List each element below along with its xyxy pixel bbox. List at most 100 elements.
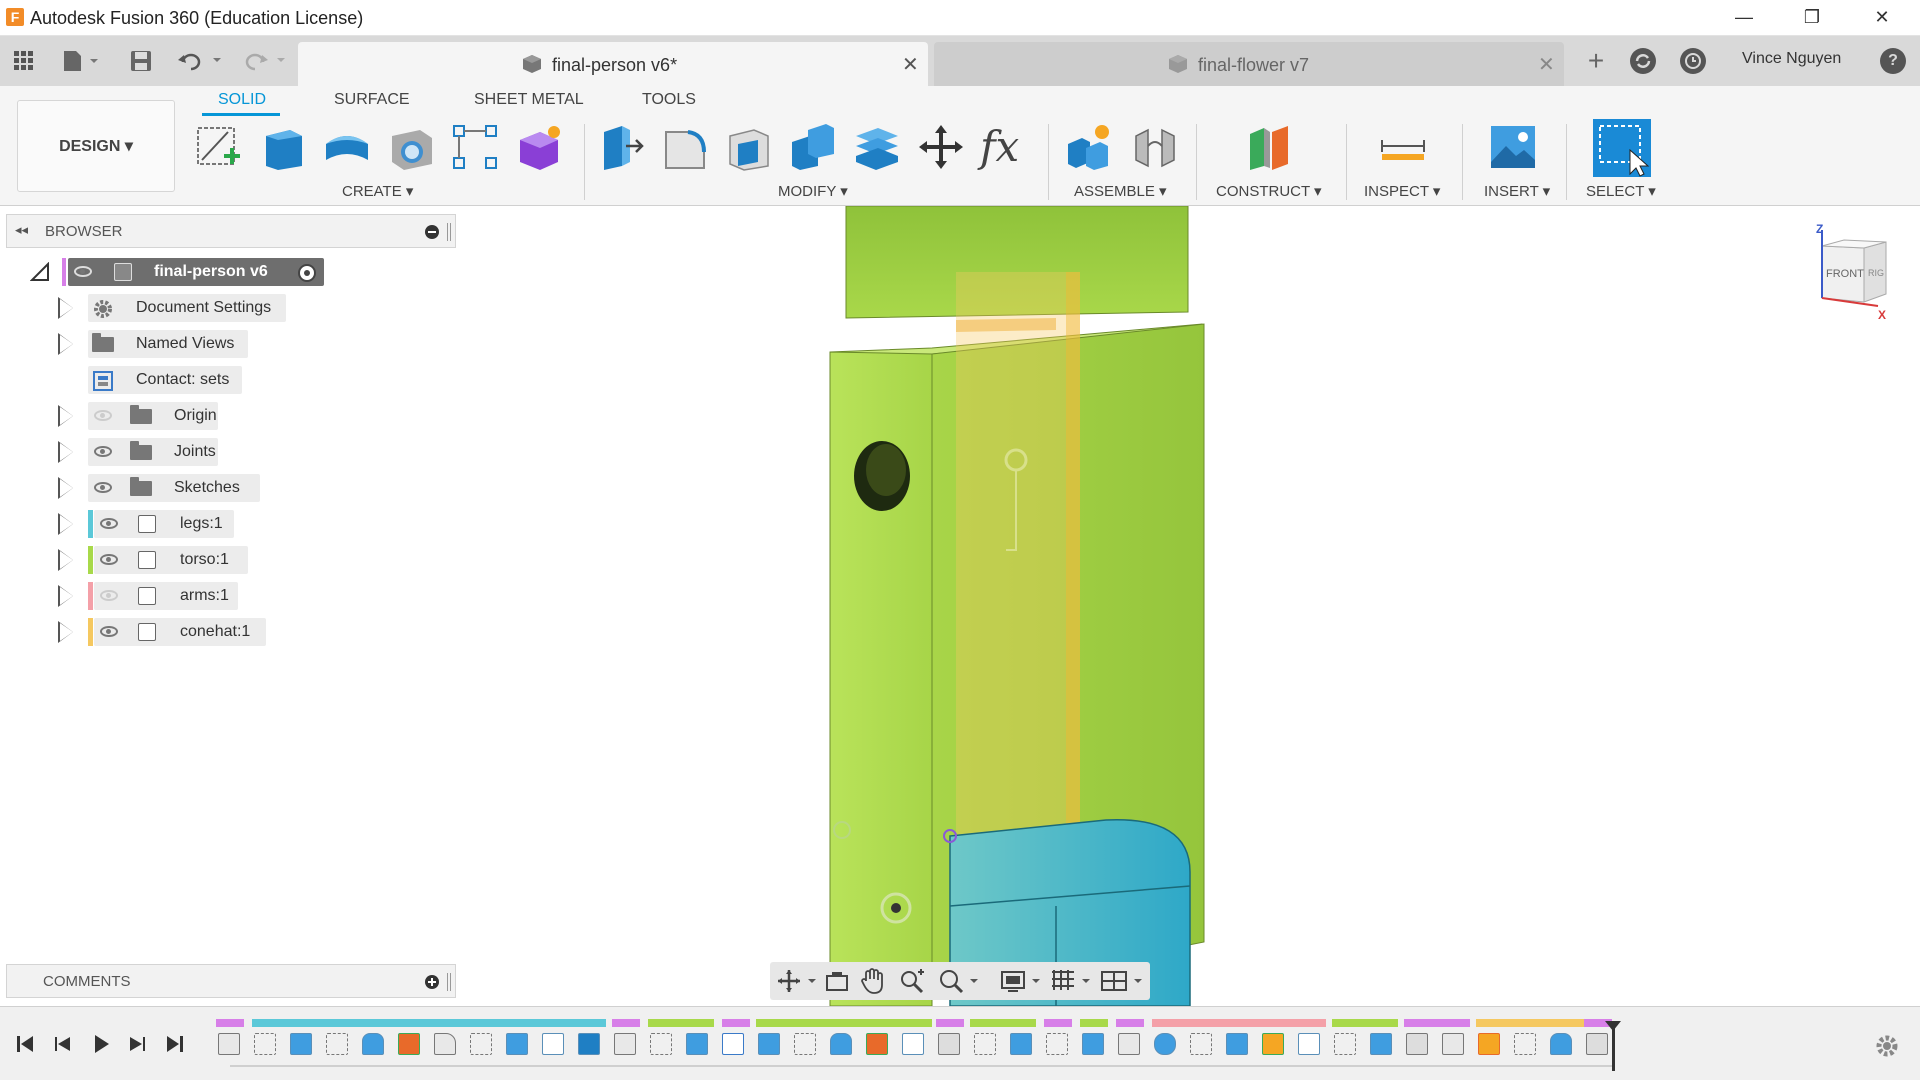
3d-viewport[interactable]: FRONT RIGHT Z X	[456, 206, 1920, 1006]
joint-icon[interactable]	[1130, 122, 1180, 172]
redo-button[interactable]	[240, 46, 290, 76]
timeline-extrude-icon[interactable]	[1226, 1033, 1248, 1055]
timeline-component-icon[interactable]	[614, 1033, 636, 1055]
browser-item-legs[interactable]: legs:1	[56, 510, 316, 538]
measure-icon[interactable]	[1378, 122, 1428, 172]
browser-item-conehat[interactable]: conehat:1	[56, 618, 316, 646]
timeline-revolve-icon[interactable]	[1550, 1033, 1572, 1055]
visibility-eye-icon[interactable]	[100, 518, 118, 529]
fit-zoom-icon[interactable]	[938, 968, 982, 994]
timeline-track[interactable]	[230, 1065, 1614, 1067]
browser-item-torso[interactable]: torso:1	[56, 546, 316, 574]
browser-item-origin[interactable]: Origin	[56, 402, 316, 430]
browser-pin-icon[interactable]	[447, 223, 451, 241]
save-button[interactable]	[128, 46, 154, 76]
view-cube-right-label[interactable]: RIGHT	[1868, 268, 1884, 278]
timeline-sketch-icon[interactable]	[1190, 1033, 1212, 1055]
timeline-mirror-icon[interactable]	[542, 1033, 564, 1055]
combine-icon[interactable]	[788, 122, 838, 172]
timeline-joint-icon[interactable]	[1586, 1033, 1608, 1055]
display-settings-icon[interactable]	[1000, 968, 1044, 994]
timeline-sketch-icon[interactable]	[650, 1033, 672, 1055]
timeline-component-icon[interactable]	[218, 1033, 240, 1055]
browser-item-document-settings[interactable]: Document Settings	[56, 294, 316, 322]
view-cube[interactable]: FRONT RIGHT Z X	[1802, 222, 1902, 328]
help-button[interactable]: ?	[1880, 48, 1906, 74]
tab-surface[interactable]: SURFACE	[334, 91, 410, 109]
create-sketch-icon[interactable]	[194, 122, 244, 172]
tab-final-person[interactable]: final-person v6* ✕	[298, 42, 928, 86]
select-menu[interactable]: SELECT ▾	[1586, 182, 1656, 200]
timeline-sketch-icon[interactable]	[974, 1033, 996, 1055]
press-pull-icon[interactable]	[596, 122, 646, 172]
tab-sheet-metal[interactable]: SHEET METAL	[474, 91, 584, 109]
grid-snap-icon[interactable]	[1050, 968, 1094, 994]
collapse-root-icon[interactable]	[30, 262, 50, 282]
undo-button[interactable]	[176, 46, 226, 76]
minimize-button[interactable]: —	[1714, 0, 1774, 36]
fillet-icon[interactable]	[660, 122, 710, 172]
view-cube-front-label[interactable]: FRONT	[1826, 268, 1864, 280]
shell-icon[interactable]	[386, 122, 436, 172]
insert-image-icon[interactable]	[1488, 122, 1538, 172]
browser-item-contact-sets[interactable]: Contact: sets	[56, 366, 316, 394]
timeline-revolve-icon[interactable]	[830, 1033, 852, 1055]
timeline-sketch-icon[interactable]	[1334, 1033, 1356, 1055]
timeline-joint-icon[interactable]	[938, 1033, 960, 1055]
user-account-menu[interactable]: Vince Nguyen	[1742, 50, 1841, 68]
create-form-icon[interactable]	[514, 122, 564, 172]
visibility-eye-icon[interactable]	[94, 482, 112, 493]
data-panel-button[interactable]	[10, 46, 38, 76]
insert-menu[interactable]: INSERT ▾	[1484, 182, 1550, 200]
offset-face-icon[interactable]	[852, 122, 902, 172]
timeline-contact-icon[interactable]	[722, 1033, 744, 1055]
timeline-extrude-icon[interactable]	[1370, 1033, 1392, 1055]
timeline-sketch-icon[interactable]	[1046, 1033, 1068, 1055]
timeline-fillet-icon[interactable]	[434, 1033, 456, 1055]
extrude-icon[interactable]	[258, 122, 308, 172]
tab-final-flower[interactable]: final-flower v7 ✕	[934, 42, 1564, 86]
visibility-eye-icon[interactable]	[74, 266, 92, 277]
timeline-extrude-icon[interactable]	[686, 1033, 708, 1055]
revolve-icon[interactable]	[322, 122, 372, 172]
orbit-icon[interactable]	[776, 968, 820, 994]
timeline-component-icon[interactable]	[1118, 1033, 1140, 1055]
visibility-eye-icon[interactable]	[100, 626, 118, 637]
timeline-sketch-icon[interactable]	[470, 1033, 492, 1055]
move-copy-icon[interactable]	[916, 122, 966, 172]
timeline-extrude-icon[interactable]	[506, 1033, 528, 1055]
go-to-start-icon[interactable]	[14, 1033, 36, 1055]
timeline-extrude-icon[interactable]	[758, 1033, 780, 1055]
go-to-end-icon[interactable]	[164, 1033, 186, 1055]
inspect-menu[interactable]: INSPECT ▾	[1364, 182, 1440, 200]
add-comment-icon[interactable]	[425, 975, 439, 989]
activate-component-icon[interactable]	[298, 264, 316, 282]
browser-item-joints[interactable]: Joints	[56, 438, 316, 466]
close-window-button[interactable]: ✕	[1852, 0, 1912, 36]
new-component-icon[interactable]	[1064, 122, 1114, 172]
shell-modify-icon[interactable]	[724, 122, 774, 172]
workspace-switcher[interactable]: DESIGN ▾	[17, 100, 175, 192]
rectangular-pattern-icon[interactable]	[450, 122, 500, 172]
change-parameters-icon[interactable]: fx	[980, 122, 1030, 172]
browser-item-named-views[interactable]: Named Views	[56, 330, 316, 358]
tab-tools[interactable]: TOOLS	[642, 91, 696, 109]
notifications-button[interactable]	[1680, 48, 1706, 74]
timeline-extrude-icon[interactable]	[290, 1033, 312, 1055]
zoom-icon[interactable]	[898, 968, 926, 994]
timeline-extrude-icon[interactable]	[1010, 1033, 1032, 1055]
timeline-plane-icon[interactable]	[1262, 1033, 1284, 1055]
new-tab-button[interactable]: +	[1582, 46, 1610, 76]
pan-hand-icon[interactable]	[860, 967, 886, 995]
visibility-eye-off-icon[interactable]	[100, 590, 118, 601]
timeline-component-icon[interactable]	[1442, 1033, 1464, 1055]
visibility-eye-icon[interactable]	[94, 446, 112, 457]
look-at-icon[interactable]	[824, 968, 850, 994]
timeline-sketch-icon[interactable]	[794, 1033, 816, 1055]
create-menu[interactable]: CREATE ▾	[342, 182, 413, 200]
timeline-mirror-icon[interactable]	[1298, 1033, 1320, 1055]
offset-plane-icon[interactable]	[1244, 122, 1294, 172]
timeline-extrude-icon[interactable]	[1082, 1033, 1104, 1055]
browser-item-arms[interactable]: arms:1	[56, 582, 316, 610]
play-icon[interactable]	[90, 1033, 112, 1055]
